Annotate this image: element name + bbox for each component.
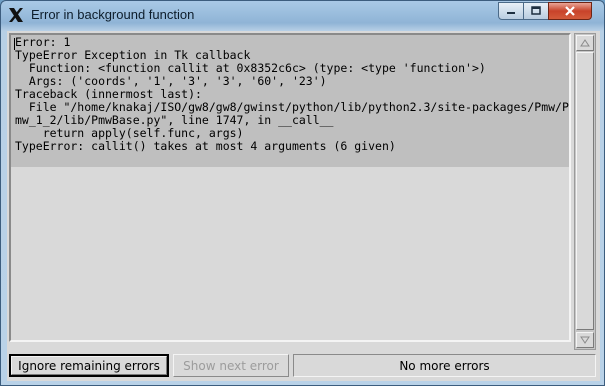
button-row: Ignore remaining errors Show next error … [7, 351, 600, 381]
scroll-thumb[interactable] [576, 52, 594, 330]
ignore-errors-button[interactable]: Ignore remaining errors [9, 354, 169, 377]
error-window: Error in background function Error: 1 Ty… [0, 0, 605, 386]
minimize-icon [507, 12, 515, 14]
status-text: No more errors [399, 358, 490, 373]
dialog-body: Error: 1 TypeError Exception in Tk callb… [7, 31, 600, 381]
vertical-scrollbar[interactable] [574, 33, 596, 350]
show-next-error-label: Show next error [183, 358, 279, 373]
show-next-error-button[interactable]: Show next error [173, 354, 289, 377]
title-bar[interactable]: Error in background function [1, 1, 604, 31]
error-text-area[interactable]: Error: 1 TypeError Exception in Tk callb… [9, 33, 571, 342]
scroll-down-button[interactable] [576, 332, 594, 348]
close-button[interactable] [548, 2, 592, 20]
arrow-up-icon [580, 39, 590, 47]
status-label: No more errors [293, 354, 596, 377]
arrow-down-icon [580, 336, 590, 344]
x-app-icon [9, 8, 23, 22]
ignore-errors-label: Ignore remaining errors [18, 358, 160, 373]
minimize-button[interactable] [498, 2, 524, 20]
maximize-icon [531, 6, 541, 15]
maximize-button[interactable] [523, 2, 549, 20]
scroll-up-button[interactable] [576, 35, 594, 51]
traceback-line: TypeError: callit() takes at most 4 argu… [15, 139, 396, 153]
close-icon [565, 6, 575, 16]
window-title: Error in background function [31, 7, 195, 22]
